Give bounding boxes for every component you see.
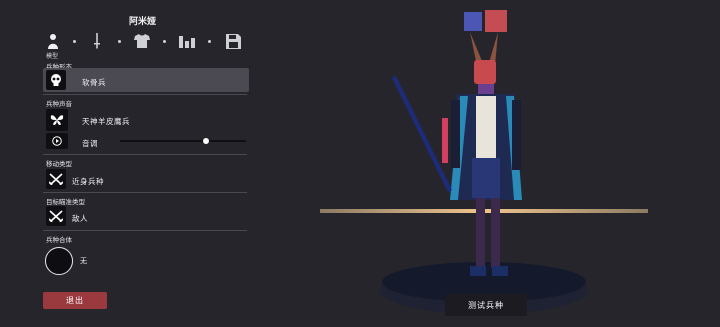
movement-value: 近身兵种 bbox=[72, 177, 104, 186]
butterfly-icon bbox=[50, 115, 64, 125]
pitch-label: 音调 bbox=[82, 139, 98, 148]
section-label-merge: 兵种合体 bbox=[46, 236, 72, 244]
unit-preview-stage bbox=[320, 10, 648, 314]
floppy-disk-icon bbox=[225, 33, 241, 49]
voice-value: 天神羊皮鹰兵 bbox=[82, 117, 130, 126]
tab-separator-dot bbox=[118, 40, 121, 43]
bar-chart-icon bbox=[179, 36, 195, 48]
tab-save[interactable] bbox=[224, 32, 242, 50]
tab-unit[interactable] bbox=[44, 32, 62, 50]
tab-separator-dot bbox=[73, 40, 76, 43]
crossed-swords-icon bbox=[49, 210, 63, 222]
appearance-value: 软骨兵 bbox=[82, 78, 106, 87]
unit-editor-panel: 阿米娅 模型 兵种形态 软骨兵 兵种声音 天神羊皮鹰兵 音调 移动类型 近身兵种… bbox=[0, 0, 255, 327]
movement-icon-box[interactable] bbox=[46, 169, 66, 189]
voice-icon-box[interactable] bbox=[46, 109, 68, 131]
person-icon bbox=[48, 34, 58, 49]
test-unit-button[interactable]: 测试兵种 bbox=[445, 294, 527, 316]
tab-separator-dot bbox=[208, 40, 211, 43]
appearance-icon-box bbox=[46, 70, 66, 90]
unit-name-title: 阿米娅 bbox=[128, 17, 156, 27]
editor-tab-bar bbox=[44, 32, 248, 54]
pitch-play-button[interactable] bbox=[46, 133, 68, 149]
tab-weapon[interactable] bbox=[88, 32, 106, 50]
tab-separator-dot bbox=[163, 40, 166, 43]
section-label-targeting: 目标瞄准类型 bbox=[46, 198, 85, 206]
divider bbox=[43, 192, 247, 193]
targeting-icon-box[interactable] bbox=[46, 206, 66, 226]
unit-character-model bbox=[392, 10, 522, 276]
skull-icon bbox=[51, 74, 61, 86]
pitch-slider-track[interactable] bbox=[120, 140, 246, 142]
divider bbox=[43, 154, 247, 155]
play-circle-icon bbox=[52, 136, 62, 146]
appearance-row[interactable] bbox=[43, 68, 249, 92]
shirt-icon bbox=[134, 34, 150, 48]
active-tab-caption: 模型 bbox=[46, 53, 59, 60]
section-label-movement: 移动类型 bbox=[46, 160, 72, 168]
merge-unit-slot[interactable] bbox=[45, 247, 73, 275]
tab-stats[interactable] bbox=[178, 32, 196, 50]
exit-button[interactable]: 退出 bbox=[43, 292, 107, 309]
section-label-voice: 兵种声音 bbox=[46, 100, 72, 108]
tab-clothing[interactable] bbox=[133, 32, 151, 50]
crossed-swords-icon bbox=[49, 173, 63, 185]
divider bbox=[43, 230, 247, 231]
sword-icon bbox=[94, 33, 100, 49]
targeting-value: 敌人 bbox=[72, 214, 88, 223]
merge-value: 无 bbox=[80, 257, 88, 265]
pitch-slider-knob[interactable] bbox=[202, 138, 209, 144]
divider bbox=[43, 94, 247, 95]
